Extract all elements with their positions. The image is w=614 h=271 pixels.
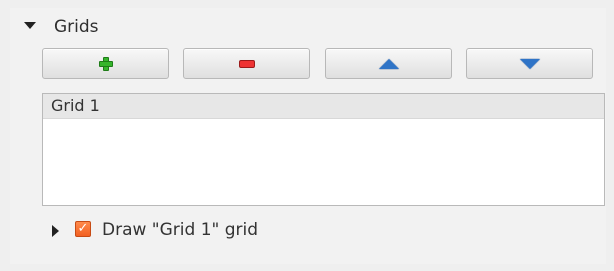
draw-grid-label: Draw "Grid 1" grid [102,220,259,240]
chevron-right-icon[interactable] [52,225,59,237]
grid-list[interactable]: Grid 1 [42,93,605,206]
plus-icon [98,56,114,72]
add-grid-button[interactable] [42,48,169,79]
list-item-grid-1[interactable]: Grid 1 [43,94,604,119]
list-item-label: Grid 1 [51,96,100,115]
up-arrow-icon [378,58,399,69]
remove-grid-button[interactable] [183,48,310,79]
down-arrow-icon [519,58,540,69]
draw-grid-row: ✓ Draw "Grid 1" grid [42,216,492,244]
move-up-button[interactable] [325,48,452,79]
grid-toolbar [42,48,606,82]
move-down-button[interactable] [466,48,593,79]
chevron-down-icon[interactable] [24,22,36,29]
section-title: Grids [54,17,99,37]
draw-grid-checkbox[interactable]: ✓ [75,221,91,237]
minus-icon [238,59,255,68]
